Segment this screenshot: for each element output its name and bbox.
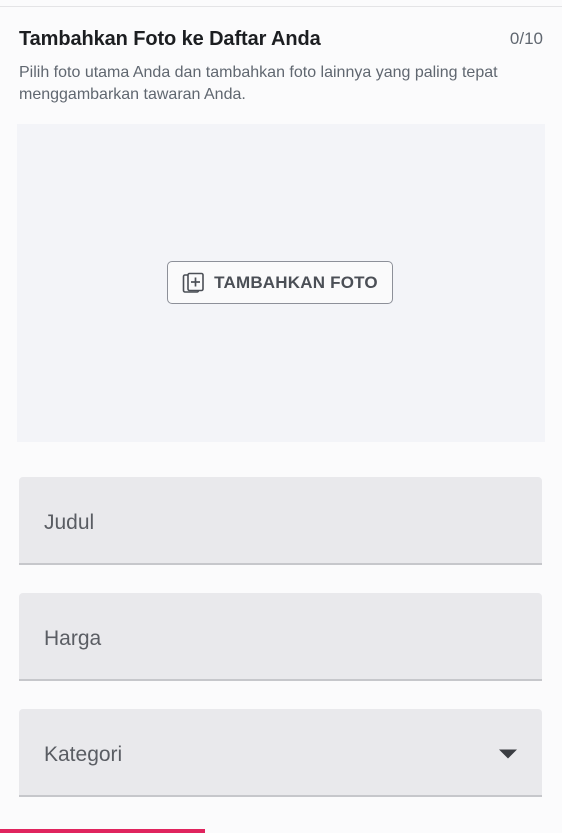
category-placeholder: Kategori: [44, 743, 123, 766]
add-photo-button[interactable]: TAMBAHKAN FOTO: [167, 261, 393, 304]
section-title: Tambahkan Foto ke Daftar Anda: [19, 28, 321, 50]
photo-counter: 0/10: [509, 29, 543, 48]
price-placeholder: Harga: [44, 627, 102, 650]
bottom-accent-bar: [0, 829, 205, 833]
section-description: Pilih foto utama Anda dan tambahkan foto…: [19, 64, 498, 103]
title-field[interactable]: Judul: [19, 477, 542, 565]
create-listing-page: Tambahkan Foto ke Daftar Anda 0/10 Pilih…: [0, 0, 562, 833]
photo-upload-area[interactable]: TAMBAHKAN FOTO: [17, 124, 545, 442]
title-placeholder: Judul: [44, 511, 95, 534]
top-divider: [0, 6, 562, 7]
add-photo-label: TAMBAHKAN FOTO: [214, 272, 378, 292]
category-select[interactable]: Kategori: [19, 709, 542, 797]
price-field[interactable]: Harga: [19, 593, 542, 681]
chevron-down-icon: [499, 749, 517, 759]
add-photo-icon: [182, 272, 204, 293]
